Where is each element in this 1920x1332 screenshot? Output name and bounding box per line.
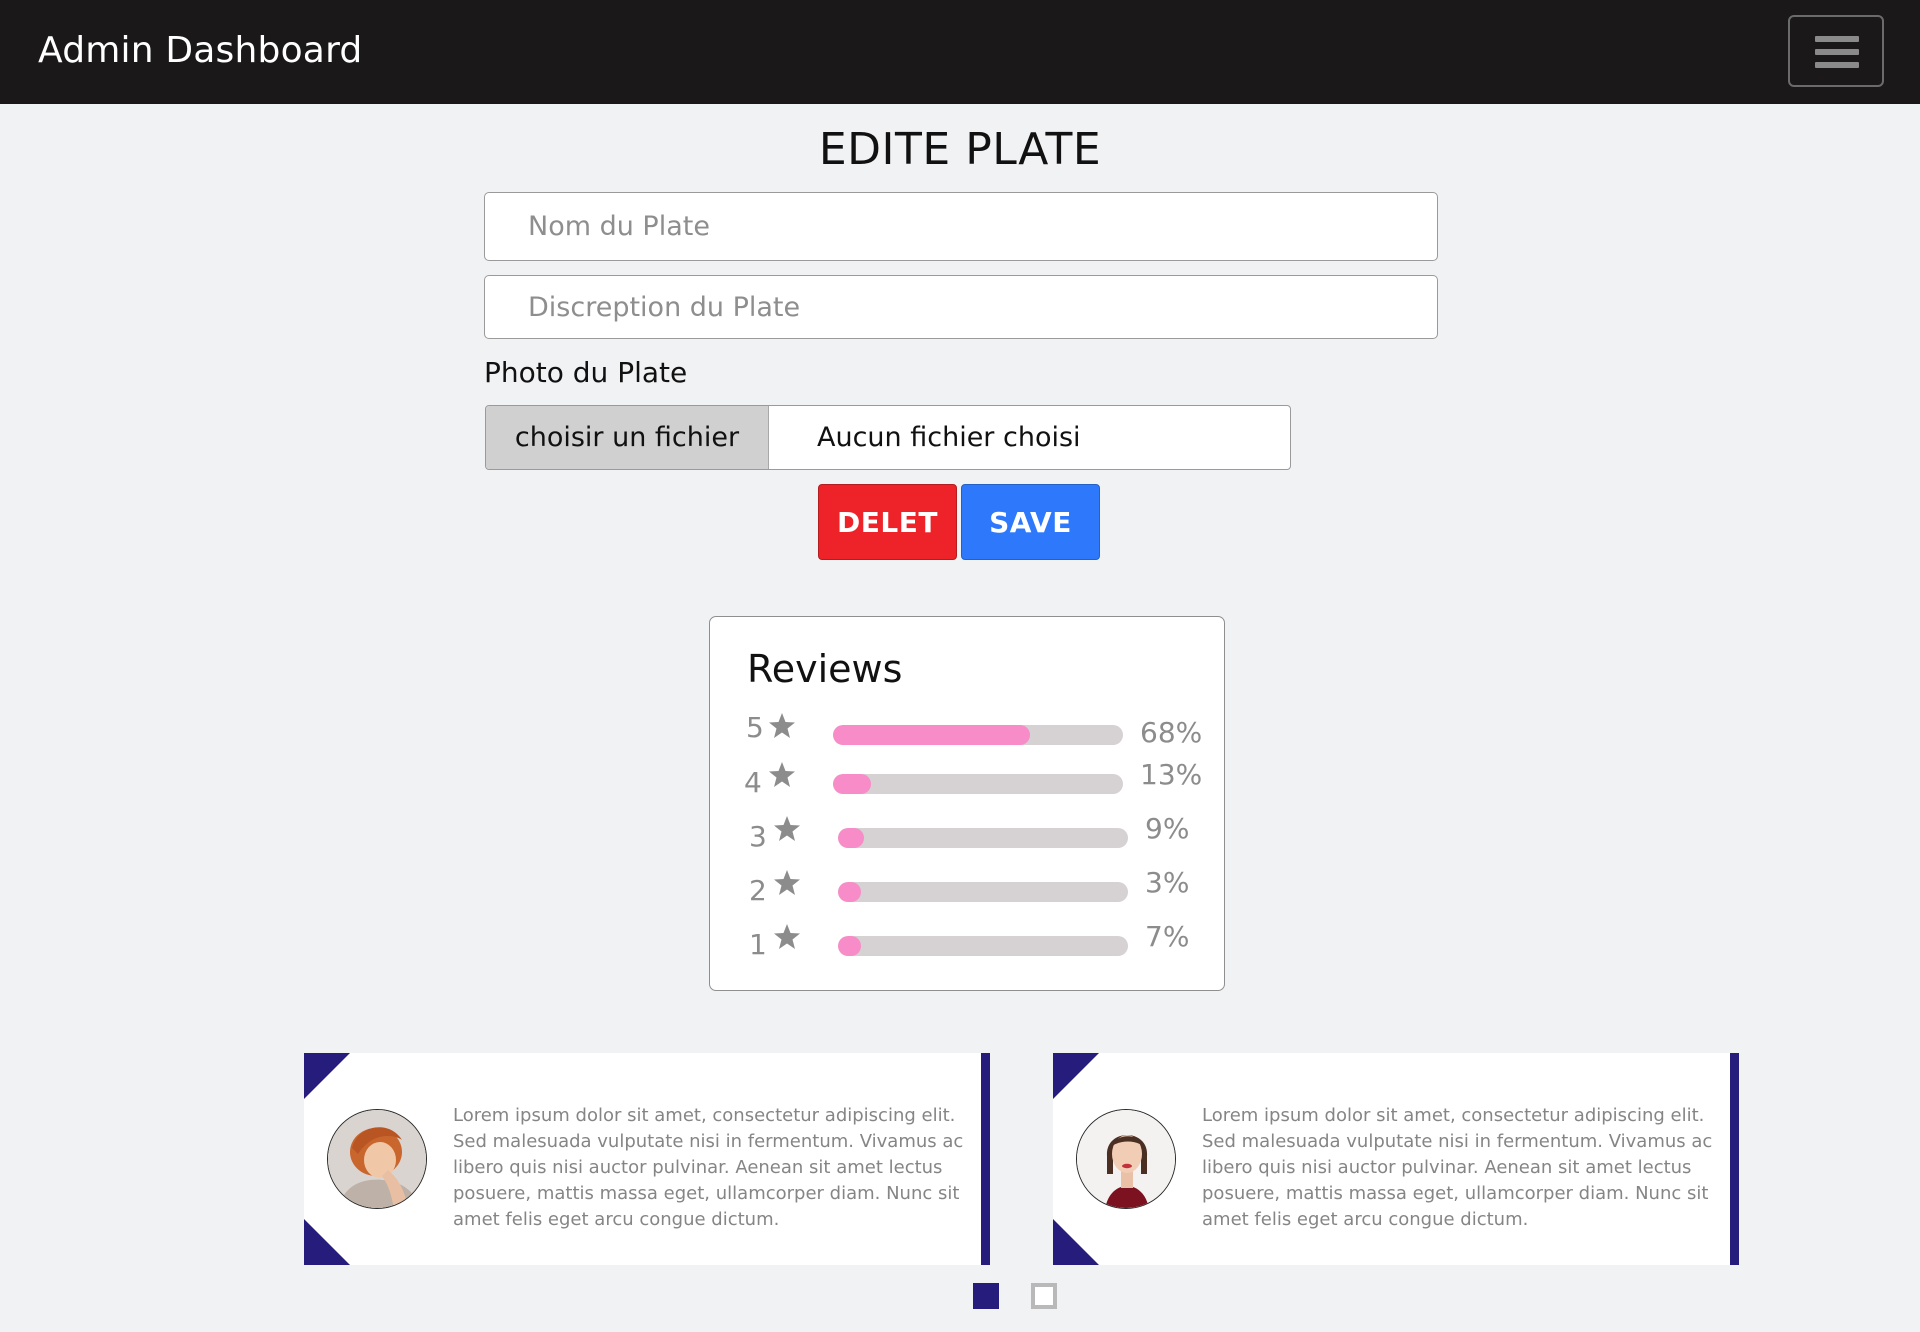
testimonial-text: Lorem ipsum dolor sit amet, consectetur … <box>1202 1105 1713 1230</box>
corner-decoration <box>1053 1053 1099 1099</box>
plate-description-input[interactable] <box>484 275 1438 339</box>
accent-stripe <box>981 1053 990 1265</box>
hamburger-menu-icon[interactable] <box>1788 15 1884 87</box>
reviews-title: Reviews <box>747 647 903 691</box>
rating-stars-label: 4 <box>744 766 762 799</box>
rating-percent: 13% <box>1140 758 1203 791</box>
rating-percent: 68% <box>1140 716 1203 749</box>
plate-name-input[interactable] <box>484 192 1438 261</box>
star-icon <box>774 870 800 895</box>
carousel-dot[interactable] <box>1031 1283 1057 1309</box>
menu-line <box>1815 62 1859 68</box>
rating-stars-label: 1 <box>749 928 767 961</box>
rating-row-5: 5 68% <box>710 711 1226 753</box>
testimonial-text: Lorem ipsum dolor sit amet, consectetur … <box>453 1105 964 1230</box>
delete-button[interactable]: DELET <box>818 484 957 560</box>
avatar-dark-hair-woman <box>1077 1110 1175 1208</box>
star-icon <box>774 924 800 949</box>
carousel-dot-active[interactable] <box>973 1283 999 1309</box>
rating-row-3: 3 9% <box>710 812 1226 856</box>
testimonial-card: Lorem ipsum dolor sit amet, consectetur … <box>1053 1053 1739 1265</box>
rating-bar <box>838 936 1128 956</box>
navbar: Admin Dashboard <box>0 0 1920 104</box>
rating-stars-label: 3 <box>749 820 767 853</box>
rating-bar <box>838 882 1128 902</box>
rating-bar-fill <box>838 882 862 902</box>
rating-row-4: 4 13% <box>710 758 1226 802</box>
file-status-text: Aucun fichier choisi <box>817 422 1081 453</box>
page-title: EDITE PLATE <box>818 124 1102 175</box>
accent-stripe <box>1730 1053 1739 1265</box>
star-icon <box>774 816 800 841</box>
rating-bar-fill <box>833 774 871 794</box>
rating-bar-fill <box>838 936 862 956</box>
photo-label: Photo du Plate <box>484 356 688 389</box>
avatar <box>327 1109 427 1209</box>
rating-bar <box>838 828 1128 848</box>
testimonial-card: Lorem ipsum dolor sit amet, consectetur … <box>304 1053 990 1265</box>
choose-file-button[interactable]: choisir un fichier <box>486 406 769 469</box>
menu-line <box>1815 49 1859 55</box>
rating-row-1: 1 7% <box>710 920 1226 964</box>
rating-bar <box>833 725 1123 745</box>
rating-bar-fill <box>833 725 1031 745</box>
reviews-card: Reviews 5 68% 4 13% 3 9% 2 3% 1 7% <box>709 616 1225 991</box>
rating-row-2: 2 3% <box>710 866 1226 910</box>
rating-bar-fill <box>838 828 865 848</box>
menu-line <box>1815 36 1859 42</box>
corner-decoration <box>304 1219 350 1265</box>
corner-decoration <box>304 1053 350 1099</box>
avatar-red-hair-woman <box>328 1110 426 1208</box>
rating-percent: 7% <box>1145 920 1190 953</box>
save-button[interactable]: SAVE <box>961 484 1100 560</box>
brand-title[interactable]: Admin Dashboard <box>38 30 363 71</box>
star-icon <box>769 713 795 738</box>
rating-bar <box>833 774 1123 794</box>
rating-percent: 3% <box>1145 866 1190 899</box>
corner-decoration <box>1053 1219 1099 1265</box>
rating-stars-label: 5 <box>746 711 764 744</box>
avatar <box>1076 1109 1176 1209</box>
file-input[interactable]: choisir un fichier Aucun fichier choisi <box>485 405 1291 470</box>
rating-stars-label: 2 <box>749 874 767 907</box>
star-icon <box>769 762 795 787</box>
rating-percent: 9% <box>1145 812 1190 845</box>
